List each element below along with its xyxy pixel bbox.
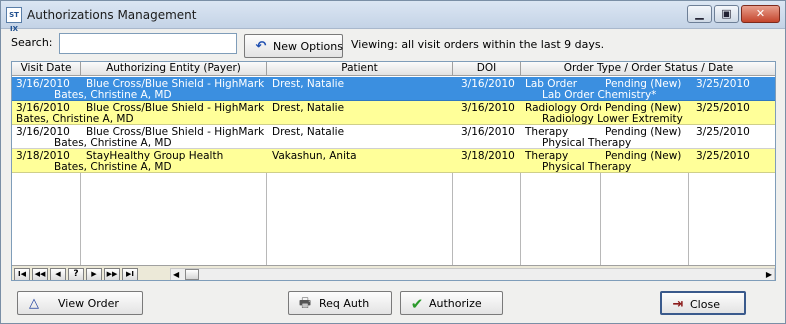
order-detail-cell: Radiology Lower Extremity bbox=[542, 113, 683, 125]
table-row[interactable]: 3/16/2010 Blue Cross/Blue Shield - HighM… bbox=[12, 77, 775, 101]
order-detail-cell: Physical Therapy bbox=[542, 137, 632, 149]
req-auth-button[interactable]: 🖶 Req Auth bbox=[288, 291, 392, 315]
provider-cell: Bates, Christine A, MD bbox=[16, 113, 134, 125]
column-divider bbox=[688, 173, 689, 265]
order-date-cell: 3/25/2010 bbox=[696, 78, 750, 90]
next-page-button[interactable]: ▶▶ bbox=[104, 268, 120, 280]
close-button[interactable]: ⇥ Close bbox=[660, 291, 746, 315]
new-options-label: New Options bbox=[273, 40, 343, 53]
authorize-label: Authorize bbox=[429, 297, 482, 310]
order-date-cell: 3/25/2010 bbox=[696, 126, 750, 138]
patient-cell: Vakashun, Anita bbox=[272, 150, 357, 162]
printer-icon: 🖶 bbox=[298, 296, 312, 311]
doi-cell: 3/16/2010 bbox=[461, 78, 515, 90]
table-row[interactable]: 3/18/2010 StayHealthy Group Health Vakas… bbox=[12, 149, 775, 173]
column-divider bbox=[452, 173, 453, 265]
doi-cell: 3/16/2010 bbox=[461, 126, 515, 138]
maximize-button[interactable]: ▣ bbox=[714, 5, 739, 23]
order-detail-cell: Lab Order Chemistry* bbox=[542, 89, 657, 101]
viewing-filter-text: Viewing: all visit orders within the las… bbox=[351, 38, 605, 51]
prev-page-button[interactable]: ◀◀ bbox=[32, 268, 48, 280]
search-input[interactable] bbox=[59, 33, 237, 54]
table-row[interactable]: 3/16/2010 Blue Cross/Blue Shield - HighM… bbox=[12, 101, 775, 125]
provider-cell: Bates, Christine A, MD bbox=[54, 89, 172, 101]
view-order-button[interactable]: △ View Order bbox=[17, 291, 143, 315]
view-order-label: View Order bbox=[58, 297, 119, 310]
patient-cell: Drest, Natalie bbox=[272, 102, 345, 114]
doi-cell: 3/18/2010 bbox=[461, 150, 515, 162]
help-button[interactable]: ? bbox=[68, 268, 84, 280]
new-options-button[interactable]: ↶ New Options bbox=[244, 34, 343, 58]
scroll-right-icon[interactable]: ▶ bbox=[766, 269, 772, 280]
exit-door-icon: ⇥ bbox=[672, 297, 684, 312]
prev-record-button[interactable]: ◀ bbox=[50, 268, 66, 280]
window-title: Authorizations Management bbox=[27, 8, 197, 22]
scroll-left-icon[interactable]: ◀ bbox=[173, 269, 179, 280]
orders-grid[interactable]: Visit Date Authorizing Entity (Payer) Pa… bbox=[11, 61, 776, 281]
column-divider bbox=[600, 173, 601, 265]
provider-cell: Bates, Christine A, MD bbox=[54, 161, 172, 173]
order-date-cell: 3/25/2010 bbox=[696, 102, 750, 114]
column-header-order[interactable]: Order Type / Order Status / Date bbox=[521, 62, 775, 76]
column-header-doi[interactable]: DOI bbox=[453, 62, 521, 76]
column-divider bbox=[520, 173, 521, 265]
patient-cell: Drest, Natalie bbox=[272, 126, 345, 138]
app-logo-icon: ST IX bbox=[6, 7, 22, 33]
column-header-payer[interactable]: Authorizing Entity (Payer) bbox=[81, 62, 267, 76]
title-bar[interactable]: ST IX Authorizations Management ▁ ▣ ✕ bbox=[1, 1, 785, 33]
triangle-icon: △ bbox=[29, 296, 39, 311]
next-record-button[interactable]: ▶ bbox=[86, 268, 102, 280]
close-label: Close bbox=[690, 298, 720, 311]
scroll-thumb[interactable] bbox=[185, 269, 199, 280]
curved-arrow-icon: ↶ bbox=[255, 39, 267, 54]
column-divider bbox=[266, 173, 267, 265]
table-row[interactable]: 3/16/2010 Blue Cross/Blue Shield - HighM… bbox=[12, 125, 775, 149]
horizontal-scrollbar[interactable]: ◀ ▶ bbox=[170, 268, 775, 280]
first-record-button[interactable]: I◀ bbox=[14, 268, 30, 280]
authorize-button[interactable]: ✔ Authorize bbox=[400, 291, 503, 315]
minimize-button[interactable]: ▁ bbox=[687, 5, 712, 23]
provider-cell: Bates, Christine A, MD bbox=[54, 137, 172, 149]
column-header-visit-date[interactable]: Visit Date bbox=[12, 62, 81, 76]
column-divider bbox=[80, 173, 81, 265]
checkmark-icon: ✔ bbox=[410, 295, 424, 313]
req-auth-label: Req Auth bbox=[319, 297, 370, 310]
last-record-button[interactable]: ▶I bbox=[122, 268, 138, 280]
patient-cell: Drest, Natalie bbox=[272, 78, 345, 90]
authorizations-window: ST IX Authorizations Management ▁ ▣ ✕ Se… bbox=[0, 0, 786, 324]
search-label: Search: bbox=[11, 36, 53, 49]
order-date-cell: 3/25/2010 bbox=[696, 150, 750, 162]
grid-header: Visit Date Authorizing Entity (Payer) Pa… bbox=[12, 62, 775, 76]
doi-cell: 3/16/2010 bbox=[461, 102, 515, 114]
grid-navigator: I◀ ◀◀ ◀ ? ▶ ▶▶ ▶I ◀ ▶ bbox=[12, 265, 775, 280]
column-header-patient[interactable]: Patient bbox=[267, 62, 453, 76]
window-close-button[interactable]: ✕ bbox=[741, 5, 780, 23]
order-detail-cell: Physical Therapy bbox=[542, 161, 632, 173]
